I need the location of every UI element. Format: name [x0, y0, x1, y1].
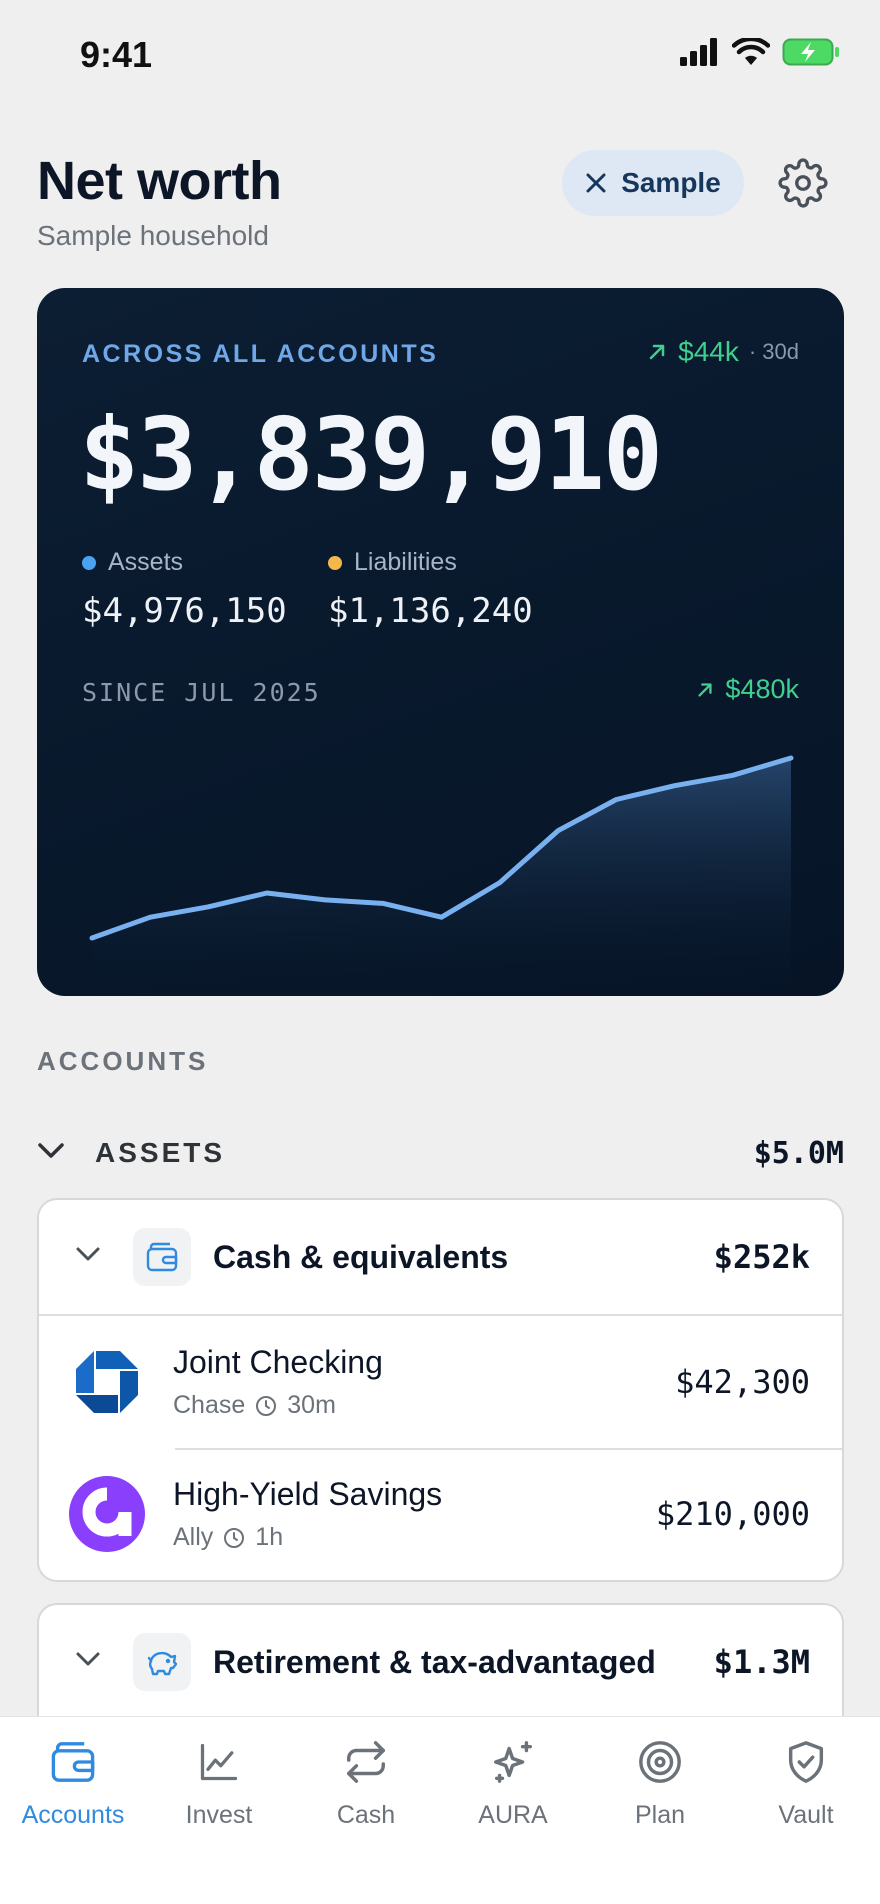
sparkline-area [92, 758, 791, 996]
arrow-up-right-icon [649, 344, 665, 360]
tab-label: Accounts [21, 1801, 125, 1829]
group-name: Retirement & tax-advantaged [213, 1643, 656, 1680]
sample-label: Sample [621, 167, 721, 198]
account-amount: $210,000 [655, 1495, 810, 1533]
tab-plan[interactable]: Plan [587, 1735, 733, 1830]
since-label: SINCE JUL 2025 [82, 678, 321, 707]
assets-header[interactable]: ASSETS $5.0M [37, 1128, 844, 1178]
divider [175, 1448, 842, 1450]
sparkle-icon [486, 1735, 540, 1789]
tab-bar: Accounts Invest Cash AURA Plan Vault [0, 1716, 880, 1904]
delta-value: $44k [678, 336, 739, 367]
account-institution: Ally [173, 1523, 214, 1551]
chevron-down-icon [75, 1651, 111, 1674]
transfer-icon [339, 1735, 393, 1789]
clock-icon [256, 1395, 277, 1416]
group-amount: $252k [713, 1238, 810, 1276]
assets-total: $5.0M [753, 1135, 844, 1171]
assets-legend: Assets $4,976,150 [82, 548, 287, 631]
tab-label: Cash [336, 1801, 396, 1829]
tab-aura[interactable]: AURA [440, 1735, 586, 1830]
wifi-icon [732, 38, 770, 65]
tab-accounts[interactable]: Accounts [0, 1735, 146, 1830]
accounts-section-label: ACCOUNTS [37, 1046, 209, 1076]
group-header[interactable]: Retirement & tax-advantaged $1.3M [39, 1605, 842, 1719]
gear-icon [778, 158, 828, 208]
ally-logo [69, 1476, 145, 1552]
liabilities-dot [328, 555, 342, 570]
liabilities-legend: Liabilities $1,136,240 [328, 548, 533, 631]
group-cash: Cash & equivalents $252k Joint Checking … [37, 1198, 844, 1582]
battery-icon [782, 38, 839, 66]
status-bar: 9:41 [0, 0, 880, 112]
account-row-high-yield-savings[interactable]: High-Yield Savings Ally 1h $210,000 [39, 1448, 842, 1580]
settings-button[interactable] [778, 158, 828, 208]
close-icon [586, 173, 606, 193]
chevron-down-icon [75, 1246, 111, 1269]
assets-section-label: ASSETS [95, 1137, 226, 1168]
wallet-icon [133, 1228, 191, 1286]
shield-icon [779, 1735, 833, 1789]
signal-icon [680, 38, 717, 66]
net-worth-total: $3,839,910 [79, 396, 663, 513]
account-row-joint-checking[interactable]: Joint Checking Chase 30m $42,300 [39, 1316, 842, 1448]
liabilities-label: Liabilities [354, 548, 457, 576]
delta-period: · 30d [748, 339, 799, 364]
assets-label: Assets [108, 548, 184, 576]
account-amount: $42,300 [675, 1363, 810, 1401]
tab-label: AURA [478, 1801, 548, 1829]
piggy-bank-icon [133, 1633, 191, 1691]
status-icons [680, 38, 840, 66]
page-title: Net worth [37, 151, 282, 211]
target-icon [633, 1735, 687, 1789]
dismiss-sample-button[interactable]: Sample [562, 150, 744, 216]
net-worth-card[interactable]: ACROSS ALL ACCOUNTS $44k · 30d $3,839,91… [37, 288, 844, 996]
clock-icon [224, 1527, 245, 1548]
arrow-up-right-icon [698, 682, 713, 697]
tab-label: Plan [634, 1801, 686, 1829]
chart-icon [192, 1735, 246, 1789]
account-name: High-Yield Savings [173, 1476, 443, 1512]
chevron-down-icon [37, 1141, 77, 1166]
liabilities-value: $1,136,240 [328, 591, 533, 631]
wallet-icon [46, 1735, 100, 1789]
group-amount: $1.3M [713, 1643, 810, 1681]
hero-eyebrow: ACROSS ALL ACCOUNTS [82, 340, 439, 368]
tab-invest[interactable]: Invest [146, 1735, 292, 1830]
status-time: 9:41 [80, 34, 153, 75]
account-synced: 1h [255, 1523, 284, 1551]
tab-label: Invest [185, 1801, 253, 1829]
assets-dot [82, 555, 96, 570]
page-subtitle: Sample household [37, 220, 269, 251]
tab-label: Vault [778, 1801, 834, 1829]
account-synced: 30m [287, 1391, 336, 1419]
group-header[interactable]: Cash & equivalents $252k [39, 1200, 842, 1314]
thirty-day-change: $44k · 30d [646, 336, 799, 368]
assets-value: $4,976,150 [82, 591, 287, 631]
tab-vault[interactable]: Vault [733, 1735, 879, 1830]
chase-logo [69, 1344, 145, 1420]
net-worth-sparkline [89, 755, 794, 996]
tab-cash[interactable]: Cash [293, 1735, 439, 1830]
since-change: $480k [695, 674, 799, 705]
group-name: Cash & equivalents [213, 1238, 509, 1275]
since-delta-value: $480k [725, 674, 799, 704]
account-institution: Chase [173, 1391, 246, 1419]
account-name: Joint Checking [173, 1344, 383, 1380]
